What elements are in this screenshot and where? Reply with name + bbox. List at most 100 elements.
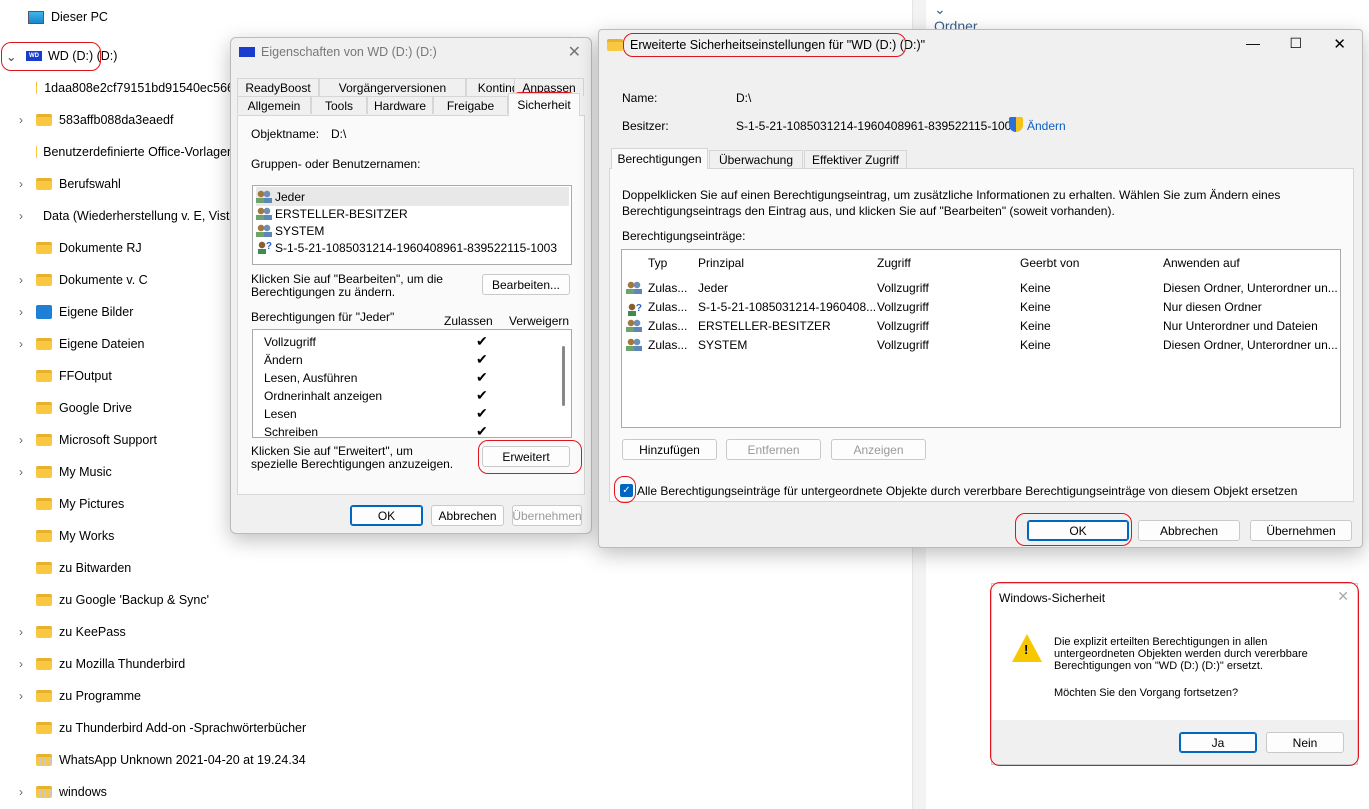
remove-button[interactable]: Entfernen xyxy=(726,439,821,460)
tree-item-dieser-pc[interactable]: Dieser PC xyxy=(28,3,108,31)
replace-child-permissions-checkbox[interactable]: ✓ xyxy=(620,484,633,497)
tree-item[interactable]: › zu KeePass xyxy=(14,618,234,646)
tree-item[interactable]: Google Drive xyxy=(14,394,234,422)
chevron-right-icon[interactable]: › xyxy=(16,657,26,671)
chevron-right-icon[interactable]: › xyxy=(16,785,26,799)
security-tab-panel: Objektname: D:\ Gruppen- oder Benutzerna… xyxy=(237,115,585,495)
folder-icon xyxy=(36,626,52,638)
change-owner-link[interactable]: Ändern xyxy=(1027,119,1066,133)
tree-item[interactable]: › Berufswahl xyxy=(14,170,234,198)
tab-readyboost[interactable]: ReadyBoost xyxy=(237,78,319,96)
permission-entries-table[interactable]: Typ Prinzipal Zugriff Geerbt von Anwenden au… xyxy=(621,249,1341,428)
tree-item[interactable]: › Dokumente v. C xyxy=(14,266,234,294)
advanced-titlebar: Erweiterte Sicherheitseinstellungen für … xyxy=(599,30,1362,60)
tree-item[interactable]: › windows xyxy=(14,778,314,806)
permissions-list[interactable]: Vollzugriff ✔ Ändern ✔ Lesen, Ausführen ✔ Ordn… xyxy=(252,329,572,438)
close-icon[interactable]: ✕ xyxy=(1337,588,1349,605)
close-icon[interactable]: ✕ xyxy=(1333,35,1346,53)
chevron-right-icon[interactable]: › xyxy=(16,177,26,191)
tree-item[interactable]: › Microsoft Support xyxy=(14,426,234,454)
chevron-right-icon[interactable]: › xyxy=(16,465,26,479)
close-icon[interactable]: ✕ xyxy=(568,42,581,62)
tab-tools[interactable]: Tools xyxy=(311,96,367,114)
yes-button[interactable]: Ja xyxy=(1179,732,1257,753)
monitor-icon xyxy=(28,10,44,24)
no-button[interactable]: Nein xyxy=(1266,732,1344,753)
users-icon xyxy=(256,190,272,203)
users-list[interactable]: JederERSTELLER-BESITZERSYSTEMS-1-5-21-10… xyxy=(252,185,572,265)
advanced-button[interactable]: Erweitert xyxy=(482,446,570,467)
chevron-right-icon[interactable]: › xyxy=(16,689,26,703)
zip-icon xyxy=(36,754,52,766)
chevron-right-icon[interactable]: › xyxy=(16,625,26,639)
column-header[interactable]: Zugriff xyxy=(877,256,911,270)
folder-icon xyxy=(36,594,52,606)
minimize-icon[interactable]: — xyxy=(1246,35,1260,51)
table-row[interactable]: Zulas...S-1-5-21-1085031214-1960408...Vo… xyxy=(622,297,1340,316)
add-button[interactable]: Hinzufügen xyxy=(622,439,717,460)
tab-berechtigungen[interactable]: Berechtigungen xyxy=(611,148,708,169)
tree-item[interactable]: › Eigene Dateien xyxy=(14,330,234,358)
tree-item[interactable]: WhatsApp Unknown 2021-04-20 at 19.24.34 xyxy=(14,746,314,774)
tab-sicherheit[interactable]: Sicherheit xyxy=(508,93,580,116)
user-item[interactable]: S-1-5-21-1085031214-1960408961-839522115… xyxy=(256,238,569,257)
tree-item[interactable]: › Data (Wiederherstellung v. E, Vista) xyxy=(14,202,234,230)
scrollbar[interactable] xyxy=(562,346,565,406)
table-row[interactable]: Zulas... ERSTELLER-BESITZER Vollzugriff Kei… xyxy=(622,316,1340,335)
tree-item[interactable]: › zu Programme xyxy=(14,682,234,710)
folder-icon xyxy=(36,370,52,382)
tree-item[interactable]: zu Thunderbird Add-on -Sprachwörterbüche… xyxy=(14,714,314,742)
tree-item-drive[interactable]: ⌄ WD WD (D:) (D:) xyxy=(6,42,117,70)
chevron-right-icon[interactable]: › xyxy=(16,305,26,319)
chevron-right-icon[interactable]: › xyxy=(16,209,26,223)
tree-item[interactable]: › 583affb088da3eaedf xyxy=(14,106,234,134)
chevron-right-icon[interactable]: › xyxy=(16,337,26,351)
view-button[interactable]: Anzeigen xyxy=(831,439,926,460)
drive-icon xyxy=(239,47,255,57)
table-row[interactable]: Zulas... SYSTEM Vollzugriff Keine Diesen Ord… xyxy=(622,335,1340,354)
folder-icon xyxy=(36,498,52,510)
tree-item[interactable]: 1daa808e2cf79151bd91540ec566 xyxy=(14,74,234,102)
tab-effektiver-zugriff[interactable]: Effektiver Zugriff xyxy=(804,150,907,168)
pictures-icon xyxy=(36,305,52,319)
column-header[interactable]: Anwenden auf xyxy=(1163,256,1240,270)
apply-button[interactable]: Übernehmen xyxy=(512,505,582,526)
tree-item[interactable]: › Eigene Bilder xyxy=(14,298,234,326)
folder-icon xyxy=(36,242,52,254)
tab-hardware[interactable]: Hardware xyxy=(367,96,433,114)
tab-vorgängerversionen[interactable]: Vorgängerversionen xyxy=(319,78,466,96)
tree-item[interactable]: › My Music xyxy=(14,458,234,486)
chevron-right-icon[interactable]: › xyxy=(16,273,26,287)
tree-item[interactable]: FFOutput xyxy=(14,362,234,390)
chevron-right-icon[interactable]: › xyxy=(16,433,26,447)
chevron-right-icon[interactable]: › xyxy=(16,113,26,127)
chevron-down-icon[interactable]: ⌄ xyxy=(6,49,20,64)
tree-item[interactable]: My Pictures xyxy=(14,490,234,518)
ok-button[interactable]: OK xyxy=(1027,520,1129,541)
check-icon: ✔ xyxy=(476,405,488,421)
table-row[interactable]: Zulas... Jeder Vollzugriff Keine Diesen Ordn… xyxy=(622,278,1340,297)
cancel-button[interactable]: Abbrechen xyxy=(1138,520,1240,541)
tree-item[interactable]: My Works xyxy=(14,522,234,550)
column-header[interactable]: Geerbt von xyxy=(1020,256,1079,270)
ok-button[interactable]: OK xyxy=(350,505,423,526)
apply-button[interactable]: Übernehmen xyxy=(1250,520,1352,541)
column-header[interactable]: Prinzipal xyxy=(698,256,744,270)
column-header[interactable]: Typ xyxy=(648,256,667,270)
folder-icon xyxy=(607,39,623,51)
edit-button[interactable]: Bearbeiten... xyxy=(482,274,570,295)
maximize-icon[interactable]: ☐ xyxy=(1289,35,1302,52)
permission-row: Lesen, Ausführen ✔ xyxy=(264,369,488,385)
cancel-button[interactable]: Abbrechen xyxy=(431,505,504,526)
tab-allgemein[interactable]: Allgemein xyxy=(237,96,311,114)
tree-item[interactable]: › zu Mozilla Thunderbird xyxy=(14,650,234,678)
unknown-user-icon xyxy=(626,303,642,316)
folder-icon xyxy=(36,402,52,414)
tree-item[interactable]: Benutzerdefinierte Office-Vorlagen xyxy=(14,138,234,166)
tab-freigabe[interactable]: Freigabe xyxy=(433,96,508,114)
tree-item[interactable]: Dokumente RJ xyxy=(14,234,234,262)
users-icon xyxy=(626,338,642,351)
tree-item[interactable]: zu Bitwarden xyxy=(14,554,234,582)
tree-item[interactable]: zu Google 'Backup & Sync' xyxy=(14,586,234,614)
tab-ueberwachung[interactable]: Überwachung xyxy=(709,150,803,168)
